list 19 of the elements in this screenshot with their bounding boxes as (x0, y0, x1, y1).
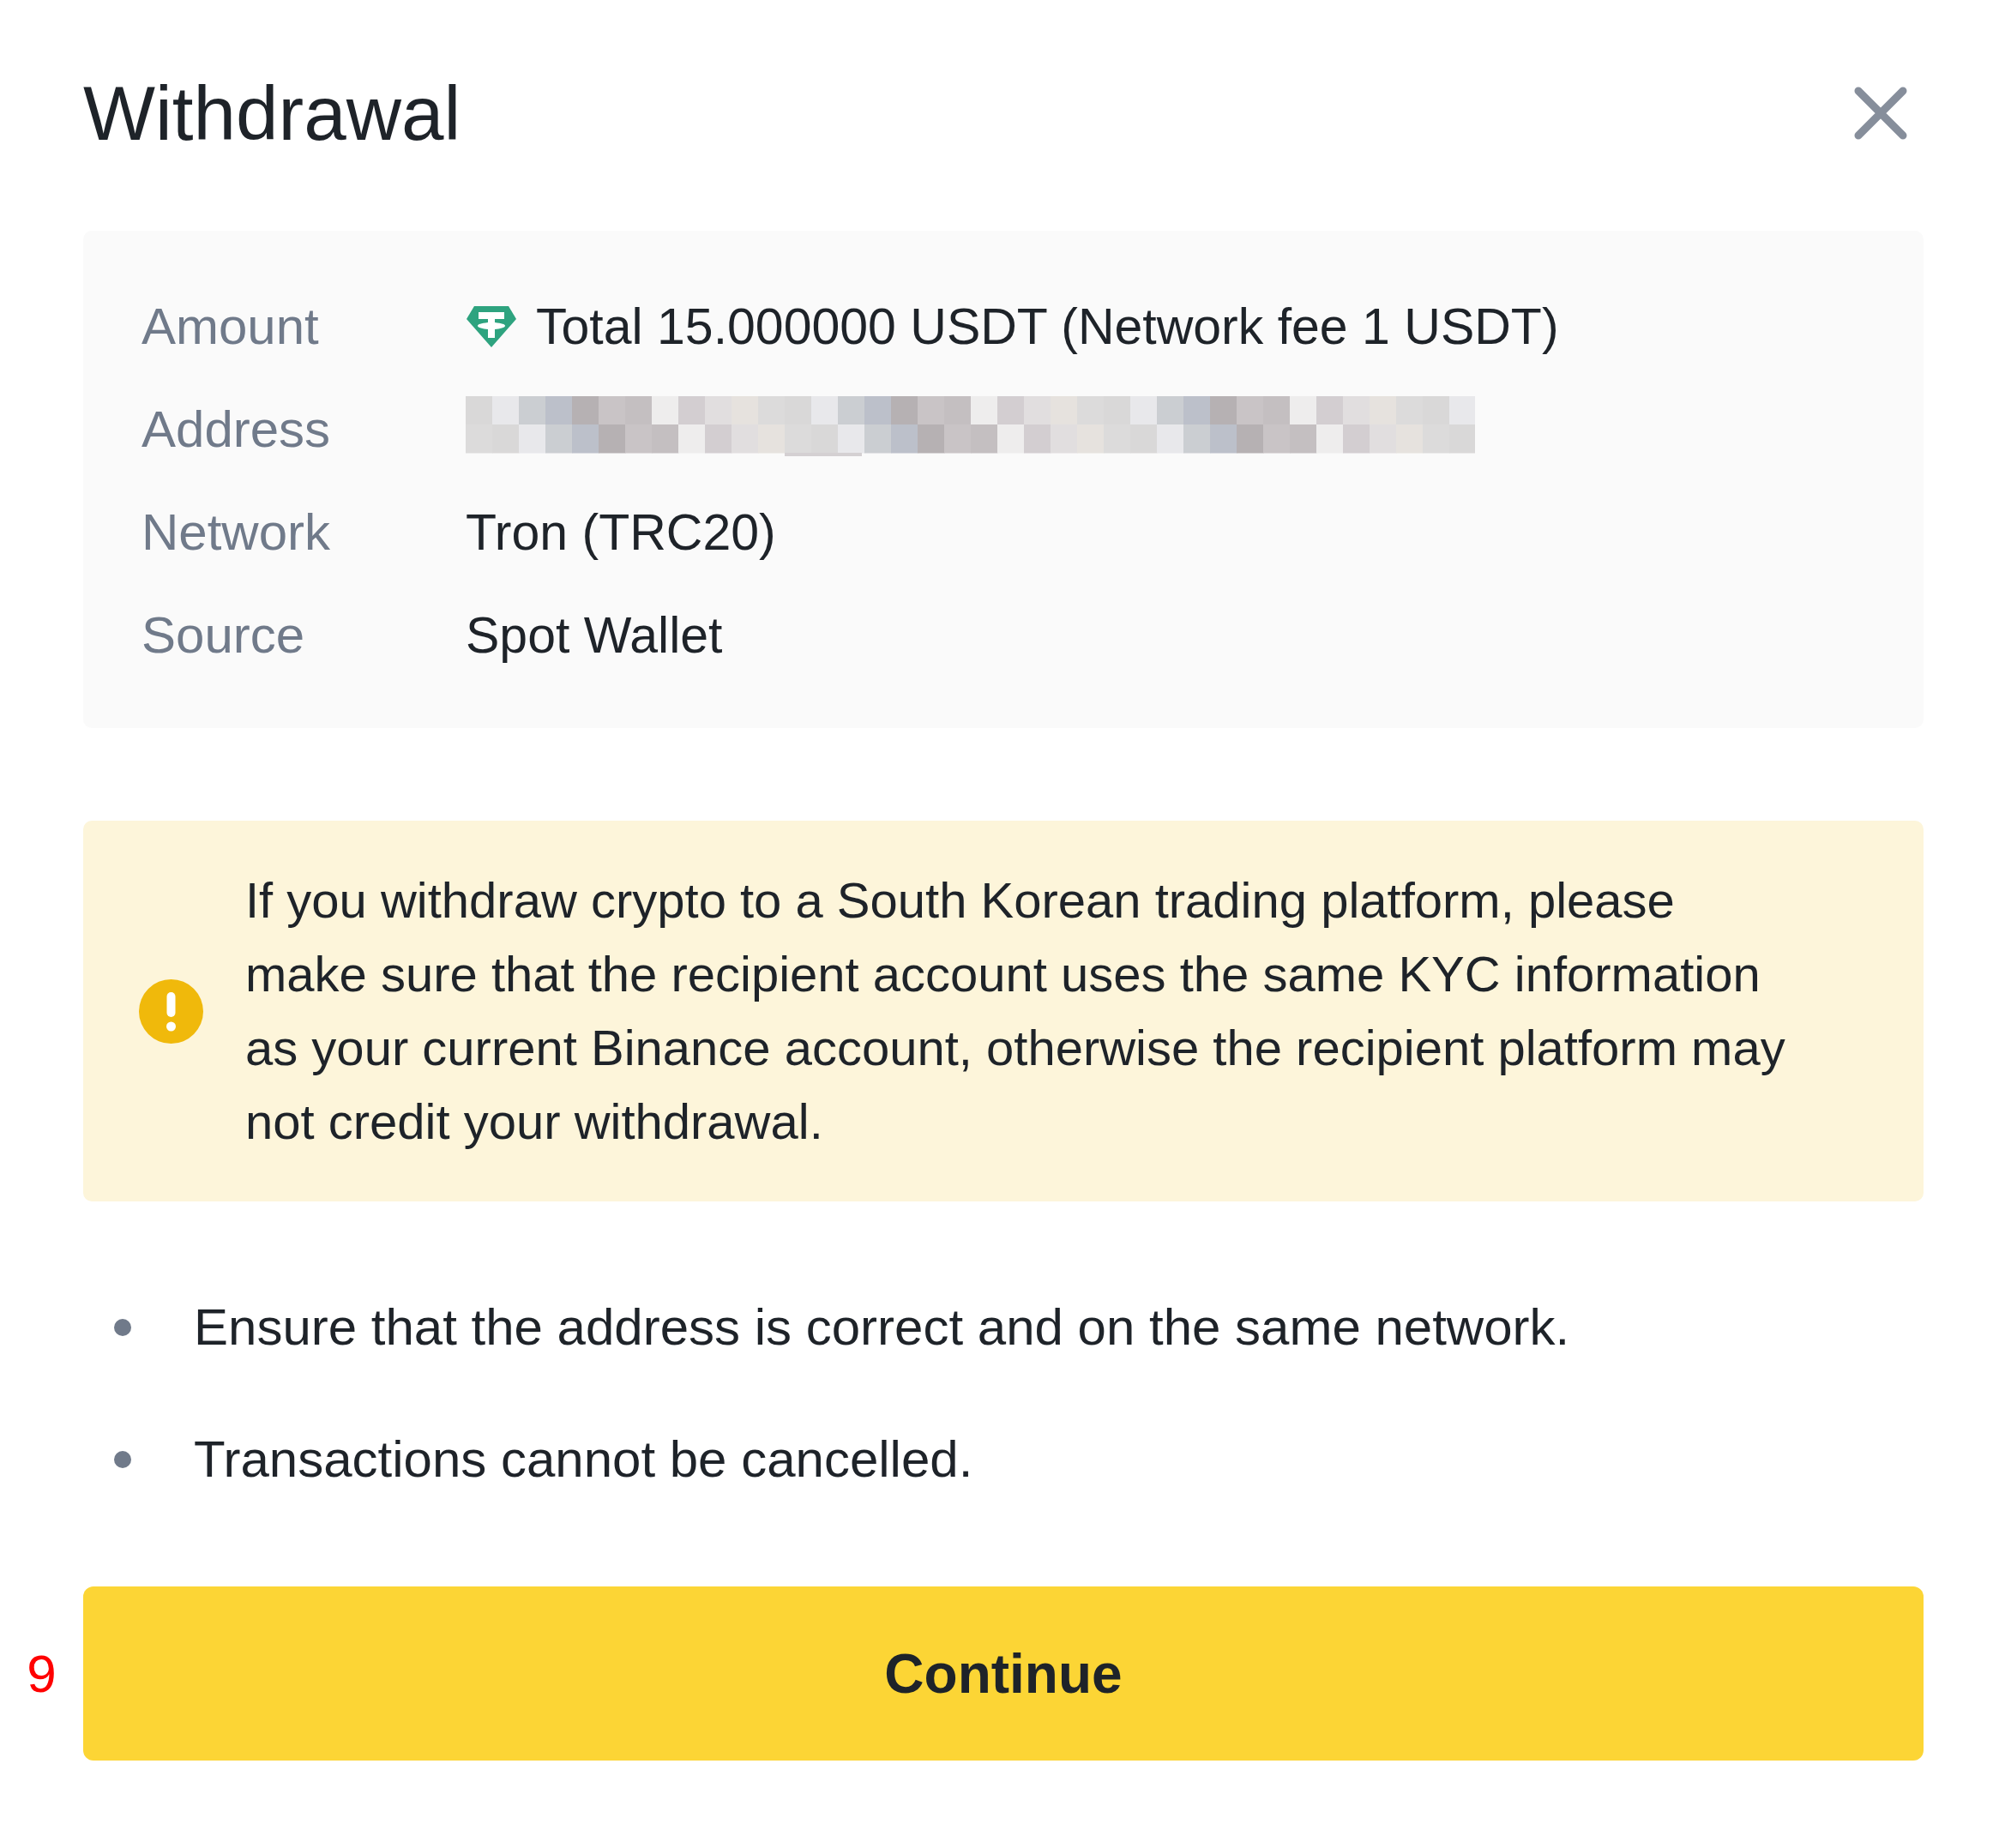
detail-value: Total 15.000000 USDT (Network fee 1 USDT) (536, 298, 1559, 357)
note-text: Ensure that the address is correct and on the same network. (194, 1297, 1570, 1357)
bullet-icon (114, 1451, 131, 1468)
step-number: 9 (27, 1646, 57, 1701)
note-text: Transactions cannot be cancelled. (194, 1430, 973, 1490)
close-button[interactable] (1853, 86, 1908, 141)
dialog-title: Withdrawal (83, 72, 461, 154)
detail-value: Spot Wallet (466, 606, 723, 665)
detail-value: Tron (TRC20) (466, 503, 776, 563)
warning-icon (139, 978, 203, 1044)
warning-text: If you withdraw crypto to a South Korean trading platform, please make sure that the recipient account uses the same KYC information as your current Binance account, otherwise the recipient platform may not credit your withdrawal. (245, 871, 1786, 1151)
detail-label: Address (141, 400, 332, 460)
continue-button[interactable]: Continue (83, 1586, 1924, 1761)
coin-icon (466, 304, 517, 349)
bullet-icon (114, 1319, 131, 1336)
detail-label: Network (141, 503, 332, 563)
detail-label: Source (141, 605, 306, 665)
detail-label: Amount (141, 297, 320, 357)
close-icon (1853, 86, 1908, 141)
